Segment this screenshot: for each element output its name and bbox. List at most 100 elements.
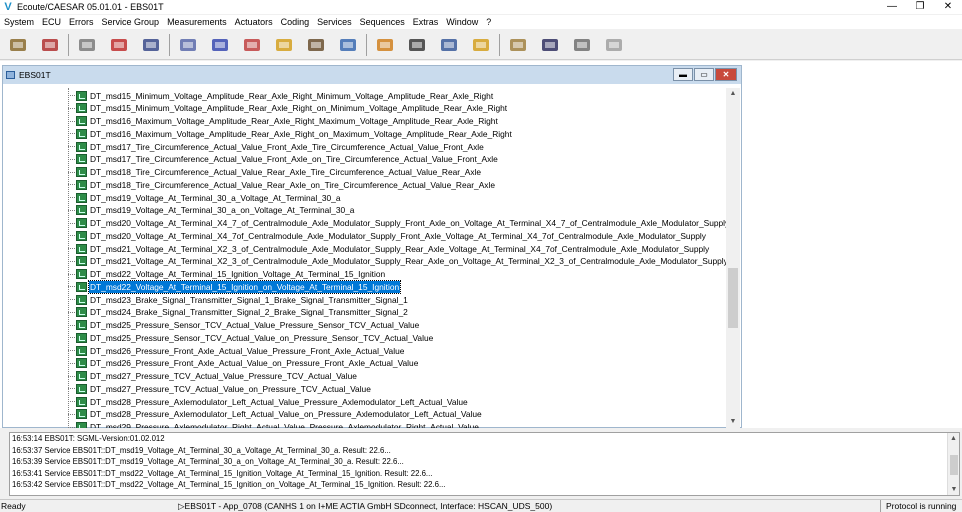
tree-item[interactable]: DT_msd23_Brake_Signal_Transmitter_Signal… [68, 293, 409, 306]
minimize-button[interactable]: — [878, 0, 906, 14]
menu-item-system[interactable]: System [0, 15, 38, 29]
tree-item[interactable]: DT_msd24_Brake_Signal_Transmitter_Signal… [68, 306, 409, 319]
tree-item[interactable]: DT_msd25_Pressure_Sensor_TCV_Actual_Valu… [68, 331, 434, 344]
tree-vertical-scrollbar[interactable]: ▲ ▼ [726, 88, 740, 428]
tree-connector [68, 324, 75, 326]
log-vertical-scrollbar[interactable]: ▲ ▼ [947, 433, 959, 495]
tree-item[interactable]: DT_msd25_Pressure_Sensor_TCV_Actual_Valu… [68, 319, 420, 332]
menu-item-service-group[interactable]: Service Group [98, 15, 164, 29]
service-tree: DT_msd15_Minimum_Voltage_Amplitude_Rear_… [6, 88, 726, 428]
settings-icon[interactable] [504, 33, 531, 57]
check-icon[interactable] [73, 33, 100, 57]
tree-item[interactable]: DT_msd19_Voltage_At_Terminal_30_a_on_Vol… [68, 204, 355, 217]
tree-item[interactable]: DT_msd17_Tire_Circumference_Actual_Value… [68, 140, 485, 153]
tree-item-label: DT_msd29_Pressure_Axlemodulator_Right_Ac… [90, 422, 479, 428]
menu-item-services[interactable]: Services [313, 15, 356, 29]
tree-item[interactable]: DT_msd20_Voltage_At_Terminal_X4_7of_Cent… [68, 229, 707, 242]
tree-item[interactable]: DT_msd28_Pressure_Axlemodulator_Left_Act… [68, 395, 469, 408]
tree-item[interactable]: DT_msd16_Maximum_Voltage_Amplitude_Rear_… [68, 115, 499, 128]
tree-item[interactable]: DT_msd26_Pressure_Front_Axle_Actual_Valu… [68, 344, 405, 357]
tree-item-label: DT_msd17_Tire_Circumference_Actual_Value… [90, 141, 484, 152]
child-minimize-button[interactable]: ▬ [673, 68, 693, 81]
tree-connector [68, 388, 75, 390]
tree-item[interactable]: DT_msd15_Minimum_Voltage_Amplitude_Rear_… [68, 102, 508, 115]
tree-item[interactable]: DT_msd18_Tire_Circumference_Actual_Value… [68, 178, 496, 191]
child-title-bar[interactable]: EBS01T ▬ ▭ ✕ [3, 66, 741, 84]
tree-connector [68, 337, 75, 339]
tree-item[interactable]: DT_msd21_Voltage_At_Terminal_X2_3_of_Cen… [68, 242, 710, 255]
measurement-icon [76, 103, 87, 114]
tree-item[interactable]: DT_msd21_Voltage_At_Terminal_X2_3_of_Cen… [68, 255, 726, 268]
tree-connector [68, 299, 75, 300]
arrow-left-icon[interactable] [568, 33, 595, 57]
menu-item-errors[interactable]: Errors [65, 15, 98, 29]
tree-item[interactable]: DT_msd29_Pressure_Axlemodulator_Right_Ac… [68, 421, 480, 428]
status-protocol: Protocol is running [880, 500, 962, 512]
log-scroll-up-icon[interactable]: ▲ [948, 433, 959, 444]
tree-item[interactable]: DT_msd22_Voltage_At_Terminal_15_Ignition… [68, 268, 386, 281]
tree-item-label: DT_msd25_Pressure_Sensor_TCV_Actual_Valu… [90, 320, 420, 330]
eye-icon[interactable] [302, 33, 329, 57]
flash-icon[interactable] [371, 33, 398, 57]
log-scroll-down-icon[interactable]: ▼ [948, 484, 959, 495]
tree-item[interactable]: DT_msd19_Voltage_At_Terminal_30_a_Voltag… [68, 191, 342, 204]
measurement-icon [76, 243, 87, 254]
scroll-down-icon[interactable]: ▼ [726, 416, 740, 428]
maximize-button[interactable]: ❐ [906, 0, 934, 14]
arrow-left-disabled-icon[interactable] [600, 33, 627, 57]
tree-connector [68, 350, 75, 351]
tree-item[interactable]: DT_msd22_Voltage_At_Terminal_15_Ignition… [68, 279, 402, 294]
measurement-icon [76, 383, 87, 394]
tree-item-label: DT_msd27_Pressure_TCV_Actual_Value_Press… [90, 371, 357, 381]
log-line: 16:53:14 EBS01T: SGML-Version:01.02.012 [12, 434, 165, 443]
folder-export-icon[interactable] [467, 33, 494, 57]
child-restore-button[interactable]: ▭ [694, 68, 714, 81]
tree-item[interactable]: DT_msd27_Pressure_TCV_Actual_Value_Press… [68, 370, 358, 383]
tree-item[interactable]: DT_msd17_Tire_Circumference_Actual_Value… [68, 153, 499, 166]
close-button[interactable]: ✕ [934, 0, 962, 14]
tree-connector [68, 362, 75, 364]
ecu-icon[interactable] [137, 33, 164, 57]
tree-item[interactable]: DT_msd27_Pressure_TCV_Actual_Value_on_Pr… [68, 382, 372, 395]
book-icon[interactable] [403, 33, 430, 57]
scroll-up-icon[interactable]: ▲ [726, 88, 740, 100]
disconnect-icon[interactable] [36, 33, 63, 57]
tree-connector [68, 248, 75, 249]
menu-item-sequences[interactable]: Sequences [356, 15, 409, 29]
chart-window-icon[interactable] [238, 33, 265, 57]
menu-item-window[interactable]: Window [442, 15, 482, 29]
document-icon[interactable] [174, 33, 201, 57]
tree-item-label: DT_msd21_Voltage_At_Terminal_X2_3_of_Cen… [90, 243, 710, 254]
no-check-icon[interactable] [105, 33, 132, 57]
menu-item-extras[interactable]: Extras [409, 15, 443, 29]
tree-connector [68, 120, 75, 122]
scroll-thumb[interactable] [728, 268, 738, 328]
connect-icon[interactable] [4, 33, 31, 57]
menu-item-coding[interactable]: Coding [277, 15, 314, 29]
folder-open-icon[interactable] [270, 33, 297, 57]
menu-item-actuators[interactable]: Actuators [231, 15, 277, 29]
tree-item[interactable]: DT_msd28_Pressure_Axlemodulator_Left_Act… [68, 408, 483, 421]
measurement-icon [76, 90, 87, 101]
tree-connector [68, 171, 75, 173]
tree-item-label: DT_msd21_Voltage_At_Terminal_X2_3_of_Cen… [90, 256, 726, 267]
tree-item[interactable]: DT_msd15_Minimum_Voltage_Amplitude_Rear_… [68, 89, 494, 102]
tree-item[interactable]: DT_msd20_Voltage_At_Terminal_X4_7_of_Cen… [68, 217, 726, 230]
child-close-button[interactable]: ✕ [715, 68, 737, 81]
tree-item[interactable]: DT_msd16_Maximum_Voltage_Amplitude_Rear_… [68, 127, 513, 140]
measurement-icon [76, 167, 87, 177]
tree-item-label: DT_msd23_Brake_Signal_Transmitter_Signal… [90, 294, 408, 305]
tree-item[interactable]: DT_msd18_Tire_Circumference_Actual_Value… [68, 166, 482, 179]
menu-item-measurements[interactable]: Measurements [163, 15, 231, 29]
car-icon[interactable] [206, 33, 233, 57]
grid-icon[interactable] [435, 33, 462, 57]
window-title: Ecoute/CAESAR 05.01.01 - EBS01T [17, 2, 164, 12]
binoculars-icon[interactable] [536, 33, 563, 57]
network-icon[interactable] [334, 33, 361, 57]
menu-item-ecu[interactable]: ECU [38, 15, 65, 29]
tree-item[interactable]: DT_msd26_Pressure_Front_Axle_Actual_Valu… [68, 357, 419, 370]
measurement-icon [76, 396, 87, 407]
menu-item-help[interactable]: ? [482, 15, 495, 29]
log-scroll-thumb[interactable] [950, 455, 958, 475]
measurement-icon [76, 179, 87, 190]
